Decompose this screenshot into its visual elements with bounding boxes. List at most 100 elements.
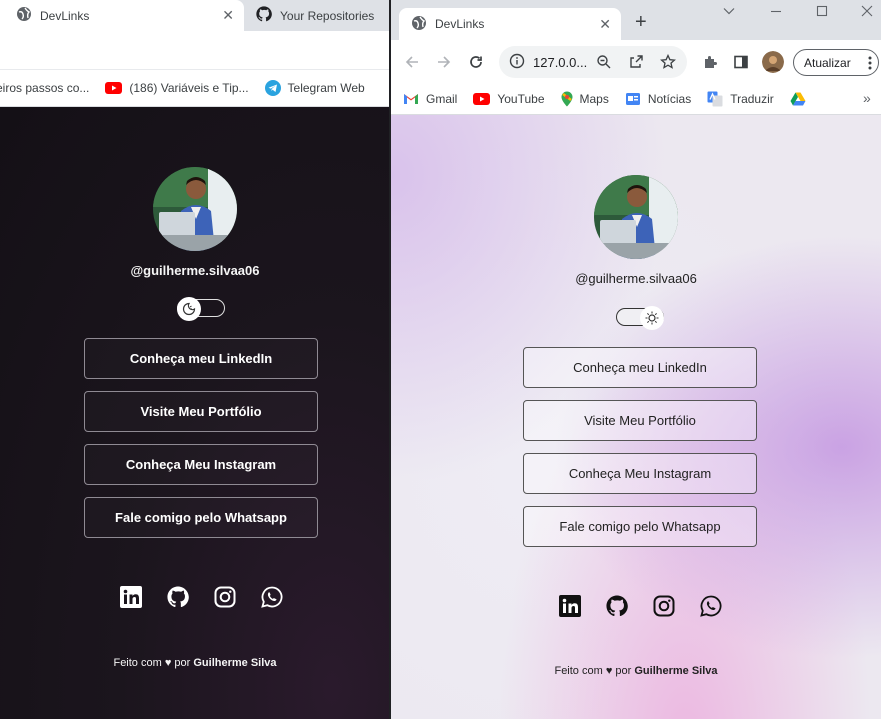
theme-toggle[interactable] [177,297,225,321]
reload-icon[interactable] [465,51,487,73]
youtube-icon [105,82,123,94]
footer-author[interactable]: Guilherme Silva [193,657,276,669]
share-icon[interactable] [628,54,644,73]
bookmark-drive[interactable] [790,92,813,106]
tab-devlinks[interactable]: DevLinks ✕ [399,8,621,40]
bookmark-translate[interactable]: Traduzir [707,91,774,107]
telegram-icon [264,80,281,96]
profile: @guilherme.silvaa06 [391,175,881,286]
footer-prefix: Feito com ♥ por [554,665,632,677]
tab-strip: DevLinks ✕ + [391,0,881,40]
linkedin-link-button[interactable]: Conheça meu LinkedIn [523,347,757,388]
zoom-icon[interactable] [596,54,612,73]
bookmark-label: Telegram Web [287,81,365,95]
extensions-icon[interactable] [699,51,721,73]
instagram-link-button[interactable]: Conheça Meu Instagram [84,444,318,485]
tab-strip: DevLinks ✕ Your Repositories [0,0,390,31]
github-icon[interactable] [606,595,628,617]
maps-icon [561,91,573,107]
whatsapp-icon[interactable] [700,595,722,617]
whatsapp-icon[interactable] [261,586,283,608]
moon-icon [177,297,201,321]
profile: @guilherme.silvaa06 [0,167,390,278]
forward-icon[interactable] [433,51,455,73]
portfolio-link-button[interactable]: Visite Meu Portfólio [523,400,757,441]
close-icon[interactable]: ✕ [599,16,611,32]
footer: Feito com ♥ por Guilherme Silva [391,665,881,677]
address-text: 127.0.0... [533,54,588,70]
side-panel-icon[interactable] [730,51,752,73]
news-icon [625,91,641,107]
bookmark-label: eiros passos co... [0,81,90,95]
globe-icon [411,15,427,34]
portfolio-link-button[interactable]: Visite Meu Portfólio [84,391,318,432]
instagram-icon[interactable] [214,586,236,608]
linkedin-icon[interactable] [559,595,581,617]
close-icon[interactable]: ✕ [222,7,234,23]
devlinks-page-dark: @guilherme.silvaa06 Conheça meu LinkedIn… [0,107,390,719]
whatsapp-link-button[interactable]: Fale comigo pelo Whatsapp [84,497,318,538]
links-list: Conheça meu LinkedIn Visite Meu Portfóli… [84,338,318,550]
more-icon[interactable] [868,55,872,74]
right-browser-window: DevLinks ✕ + 127.0.0... Atualizar Gmail … [391,0,881,719]
left-browser-window: DevLinks ✕ Your Repositories eiros passo… [0,0,390,719]
github-icon[interactable] [167,586,189,608]
toolbar [0,31,390,70]
bookmark-label: Gmail [426,92,458,106]
linkedin-link-button[interactable]: Conheça meu LinkedIn [84,338,318,379]
avatar [153,167,237,251]
update-button[interactable]: Atualizar [793,49,879,76]
address-bar[interactable]: 127.0.0... [499,46,687,78]
bookmark-item[interactable]: eiros passos co... [0,81,89,95]
tab-title: Your Repositories [280,8,375,23]
new-tab-icon[interactable]: + [635,12,647,32]
profile-handle: @guilherme.silvaa06 [130,263,260,278]
drive-icon [790,92,806,106]
social-links [120,586,283,608]
bookmarks-bar: eiros passos co... (186) Variáveis e Tip… [0,70,390,107]
bookmark-label: (186) Variáveis e Tip... [129,81,249,95]
instagram-icon[interactable] [653,595,675,617]
footer: Feito com ♥ por Guilherme Silva [0,657,390,669]
bookmark-item[interactable]: Telegram Web [264,80,365,96]
whatsapp-link-button[interactable]: Fale comigo pelo Whatsapp [523,506,757,547]
window-close-icon[interactable] [860,4,874,21]
globe-icon [16,6,32,25]
bookmark-label: Maps [579,92,609,106]
github-icon [256,6,272,25]
youtube-icon [473,93,491,105]
devlinks-page-light: @guilherme.silvaa06 Conheça meu LinkedIn… [391,115,881,719]
back-icon[interactable] [401,51,423,73]
sun-icon [640,306,664,330]
social-links [559,595,722,617]
theme-toggle[interactable] [616,306,664,330]
gmail-icon [403,93,419,105]
toolbar: 127.0.0... Atualizar [391,40,881,84]
minimize-icon[interactable] [769,4,783,21]
bookmark-gmail[interactable]: Gmail [403,92,457,106]
avatar [594,175,678,259]
chevron-double-right-icon[interactable]: » [863,90,871,106]
bookmark-news[interactable]: Notícias [625,91,691,107]
bookmarks-bar: Gmail YouTube Maps Notícias Traduzir » [391,84,881,115]
linkedin-icon[interactable] [120,586,142,608]
tab-title: DevLinks [435,17,485,31]
profile-handle: @guilherme.silvaa06 [575,271,697,286]
bookmark-maps[interactable]: Maps [561,91,609,107]
bookmark-youtube[interactable]: YouTube [473,92,545,106]
footer-author[interactable]: Guilherme Silva [634,665,717,677]
chevron-down-icon[interactable] [722,4,736,21]
bookmark-item[interactable]: (186) Variáveis e Tip... [105,81,249,95]
tab-title: DevLinks [40,8,90,23]
info-icon[interactable] [509,53,525,72]
tab-your-repositories[interactable]: Your Repositories [244,0,390,31]
bookmark-label: Notícias [647,92,692,106]
maximize-icon[interactable] [815,4,829,21]
tab-devlinks[interactable]: DevLinks ✕ [0,0,244,31]
star-icon[interactable] [660,53,676,73]
links-list: Conheça meu LinkedIn Visite Meu Portfóli… [523,347,757,559]
profile-avatar-icon[interactable] [762,51,784,73]
instagram-link-button[interactable]: Conheça Meu Instagram [523,453,757,494]
bookmark-label: YouTube [497,92,545,106]
translate-icon [707,91,723,107]
